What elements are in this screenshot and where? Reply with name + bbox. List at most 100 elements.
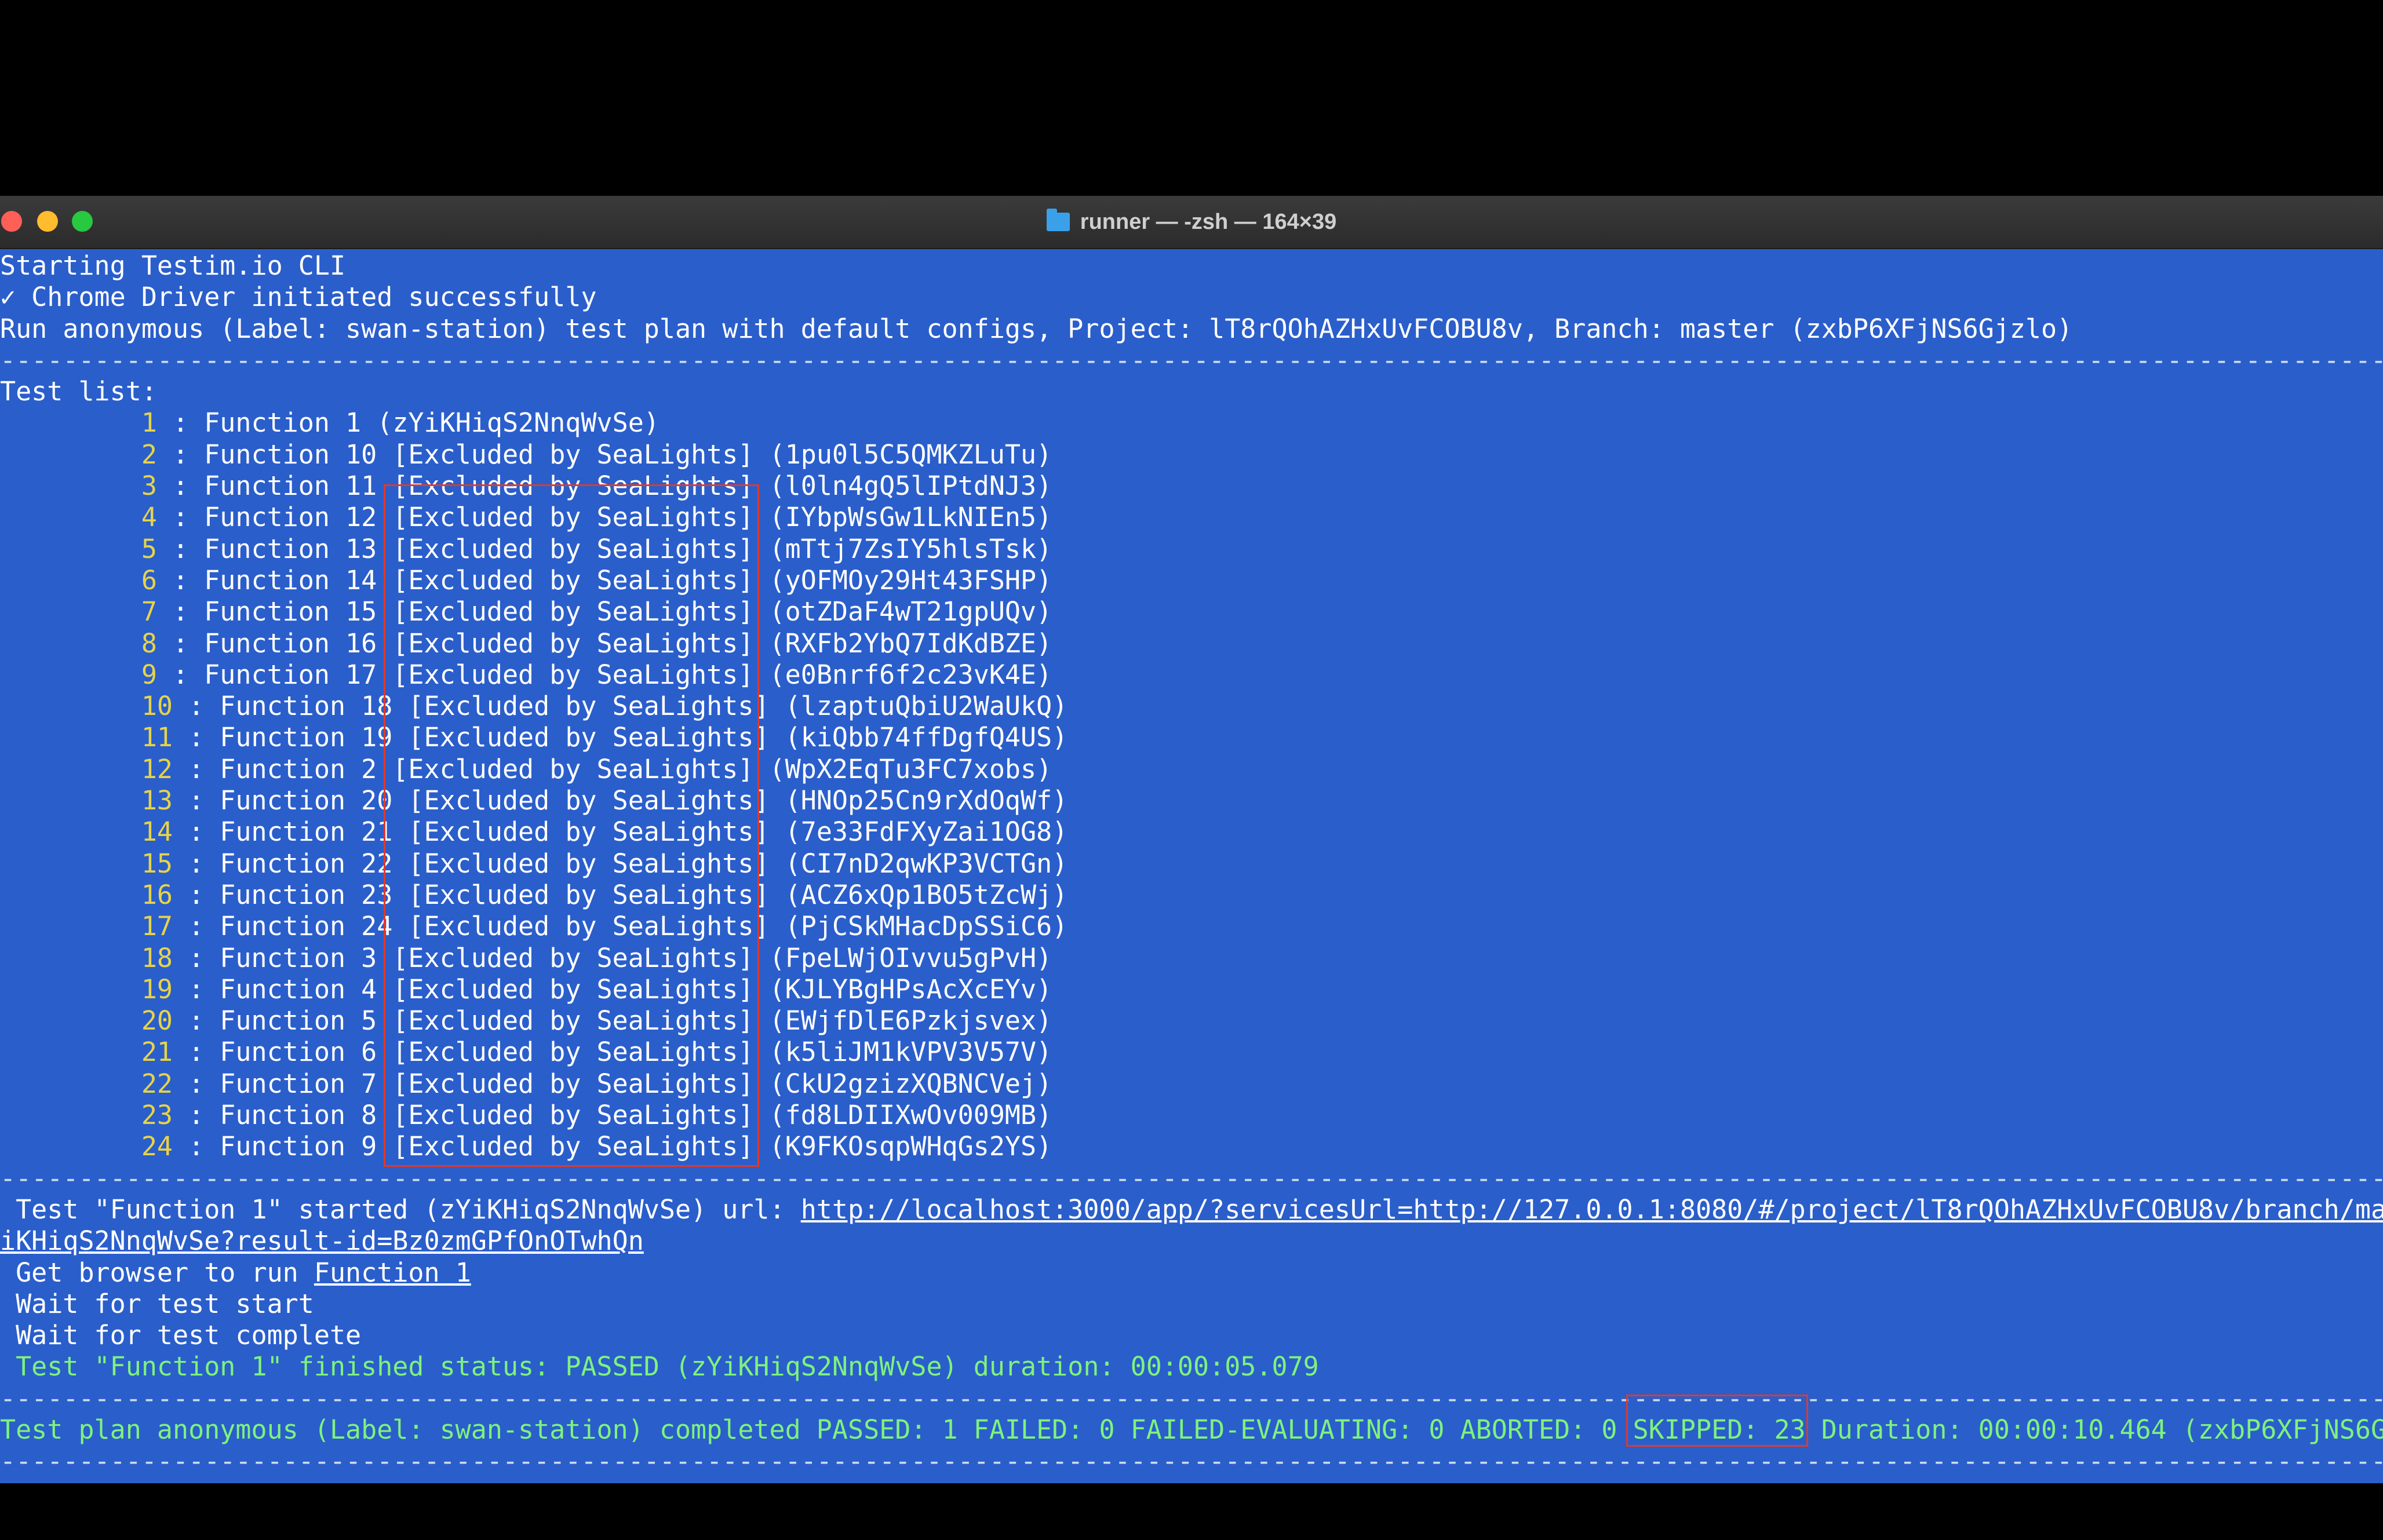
test-number: 22 — [141, 1068, 173, 1099]
test-finished-line: Test "Function 1" finished status: PASSE… — [0, 1351, 1319, 1382]
terminal-window: runner — -zsh — 164×39 Starting Testim.i… — [0, 196, 2383, 1483]
window-title-text: runner — -zsh — 164×39 — [1080, 209, 1337, 234]
test-name: : Function 3 [Excluded by SeaLights] (Fp… — [173, 942, 1052, 973]
test-name: : Function 2 [Excluded by SeaLights] (Wp… — [173, 753, 1052, 784]
terminal-content[interactable]: Starting Testim.io CLI ✓ Chrome Driver i… — [0, 248, 2383, 1483]
test-list-item: 22 : Function 7 [Excluded by SeaLights] … — [0, 1068, 2383, 1100]
test-number: 6 — [141, 564, 157, 596]
separator-line: ----------------------------------------… — [0, 1446, 2383, 1477]
folder-icon — [1046, 209, 1070, 231]
test-name: : Function 10 [Excluded by SeaLights] (1… — [156, 439, 1052, 470]
test-number: 11 — [141, 722, 173, 753]
test-list-item: 7 : Function 15 [Excluded by SeaLights] … — [0, 596, 2383, 627]
test-name: : Function 1 (zYiKHiqS2NnqWvSe) — [156, 407, 659, 439]
header-line: Run anonymous (Label: swan-station) test… — [0, 313, 2073, 344]
separator-line: ----------------------------------------… — [0, 1162, 2383, 1194]
test-number: 3 — [141, 470, 157, 502]
header-line: ✓ Chrome Driver initiated successfully — [0, 282, 2383, 313]
test-name: : Function 15 [Excluded by SeaLights] (o… — [156, 596, 1052, 627]
test-list-item: 1 : Function 1 (zYiKHiqS2NnqWvSe) — [0, 407, 2383, 439]
test-name: : Function 16 [Excluded by SeaLights] (R… — [156, 627, 1052, 659]
skipped-count: SKIPPED: 23 — [1633, 1414, 1806, 1445]
test-number: 24 — [141, 1131, 173, 1162]
test-list-item: 9 : Function 17 [Excluded by SeaLights] … — [0, 659, 2383, 691]
test-list-item: 10 : Function 18 [Excluded by SeaLights]… — [0, 691, 2383, 722]
test-name: : Function 4 [Excluded by SeaLights] (KJ… — [173, 973, 1052, 1005]
test-name: : Function 21 [Excluded by SeaLights] (7… — [173, 816, 1068, 848]
test-name: : Function 13 [Excluded by SeaLights] (m… — [156, 533, 1052, 564]
test-indent — [0, 880, 141, 910]
test-name: : Function 11 [Excluded by SeaLights] (l… — [156, 470, 1052, 502]
test-indent — [0, 1037, 141, 1067]
test-indent — [0, 659, 141, 690]
test-list-item: 12 : Function 2 [Excluded by SeaLights] … — [0, 754, 2383, 785]
test-indent — [0, 565, 141, 596]
test-indent — [0, 439, 141, 470]
test-name: : Function 7 [Excluded by SeaLights] (Ck… — [173, 1068, 1052, 1099]
test-name: : Function 5 [Excluded by SeaLights] (EW… — [173, 1005, 1052, 1037]
test-indent — [0, 407, 141, 438]
header-line: Starting Testim.io CLI — [0, 250, 346, 281]
function-1-link[interactable]: Function 1 — [314, 1257, 471, 1288]
test-number: 18 — [141, 942, 173, 973]
test-name: : Function 20 [Excluded by SeaLights] (H… — [173, 785, 1068, 816]
test-number: 16 — [141, 879, 173, 910]
test-started-line: Test "Function 1" started (zYiKHiqS2NnqW… — [0, 1194, 2383, 1225]
test-number: 10 — [141, 691, 173, 722]
test-indent — [0, 1131, 141, 1162]
test-number: 1 — [141, 407, 157, 439]
test-indent — [0, 722, 141, 753]
test-name: : Function 9 [Excluded by SeaLights] (K9… — [173, 1131, 1052, 1162]
test-list-item: 5 : Function 13 [Excluded by SeaLights] … — [0, 534, 2383, 565]
test-number: 19 — [141, 973, 173, 1005]
test-number: 21 — [141, 1037, 173, 1068]
test-list-item: 20 : Function 5 [Excluded by SeaLights] … — [0, 1005, 2383, 1037]
test-indent — [0, 974, 141, 1005]
test-list-label: Test list: — [0, 376, 157, 407]
summary-text: Test plan anonymous (Label: swan-station… — [0, 1414, 1633, 1445]
test-name: : Function 24 [Excluded by SeaLights] (P… — [173, 911, 1068, 942]
test-indent — [0, 628, 141, 659]
window-title: runner — -zsh — 164×39 — [0, 196, 2383, 248]
test-number: 5 — [141, 533, 157, 564]
test-name: : Function 6 [Excluded by SeaLights] (k5… — [173, 1037, 1052, 1068]
test-url-link-continued[interactable]: iKHiqS2NnqWvSe?result-id=Bz0zmGPfOnOTwhQ… — [0, 1225, 644, 1256]
test-list-item: 23 : Function 8 [Excluded by SeaLights] … — [0, 1100, 2383, 1131]
test-number: 13 — [141, 785, 173, 816]
test-name: : Function 14 [Excluded by SeaLights] (y… — [156, 564, 1052, 596]
test-list-item: 16 : Function 23 [Excluded by SeaLights]… — [0, 880, 2383, 911]
title-bar: runner — -zsh — 164×39 — [0, 196, 2383, 249]
test-indent — [0, 596, 141, 627]
test-list-item: 13 : Function 20 [Excluded by SeaLights]… — [0, 785, 2383, 816]
test-name: : Function 22 [Excluded by SeaLights] (C… — [173, 848, 1068, 879]
test-indent — [0, 785, 141, 816]
test-indent — [0, 943, 141, 973]
test-indent — [0, 502, 141, 532]
test-number: 14 — [141, 816, 173, 848]
test-name: : Function 8 [Excluded by SeaLights] (fd… — [173, 1100, 1052, 1131]
get-browser-text: Get browser to run — [0, 1257, 314, 1288]
test-url-link[interactable]: http://localhost:3000/app/?servicesUrl=h… — [801, 1194, 2383, 1225]
test-number: 8 — [141, 627, 157, 659]
test-number: 9 — [141, 659, 157, 690]
test-list-item: 6 : Function 14 [Excluded by SeaLights] … — [0, 565, 2383, 596]
test-list-item: 15 : Function 22 [Excluded by SeaLights]… — [0, 848, 2383, 880]
test-number: 7 — [141, 596, 157, 627]
wait-complete-line: Wait for test complete — [0, 1320, 362, 1351]
test-name: : Function 12 [Excluded by SeaLights] (I… — [156, 502, 1052, 533]
test-indent — [0, 691, 141, 721]
test-indent — [0, 470, 141, 501]
test-list-item: 14 : Function 21 [Excluded by SeaLights]… — [0, 816, 2383, 848]
summary-line: Test plan anonymous (Label: swan-station… — [0, 1414, 2383, 1446]
test-indent — [0, 1068, 141, 1099]
test-indent — [0, 754, 141, 784]
test-name: : Function 23 [Excluded by SeaLights] (A… — [173, 879, 1068, 910]
test-list-item: 8 : Function 16 [Excluded by SeaLights] … — [0, 628, 2383, 659]
test-name: : Function 18 [Excluded by SeaLights] (l… — [173, 691, 1068, 722]
test-list-item: 24 : Function 9 [Excluded by SeaLights] … — [0, 1131, 2383, 1162]
test-number: 12 — [141, 753, 173, 784]
header-line-text: ✓ Chrome Driver initiated successfully — [0, 282, 597, 313]
test-indent — [0, 848, 141, 879]
separator-line: ----------------------------------------… — [0, 1382, 2383, 1414]
test-indent — [0, 816, 141, 847]
